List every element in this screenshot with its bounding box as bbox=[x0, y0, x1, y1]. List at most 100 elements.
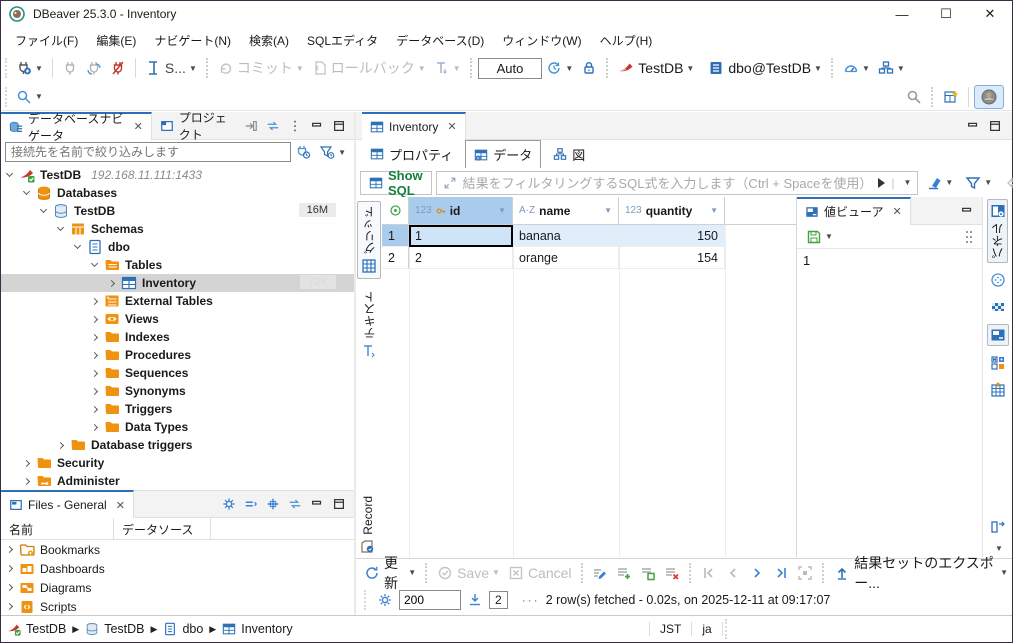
breadcrumb-schema[interactable]: dbo bbox=[163, 622, 203, 636]
sort-icon[interactable]: ▼ bbox=[498, 206, 506, 215]
close-icon[interactable]: ✕ bbox=[116, 499, 125, 512]
cell-id[interactable]: 2 bbox=[409, 247, 513, 269]
tree-item-sequences[interactable]: Sequences bbox=[1, 364, 354, 382]
chevron-collapsed-icon[interactable] bbox=[91, 315, 98, 322]
menu-navigate[interactable]: ナビゲート(N) bbox=[146, 28, 239, 53]
chevron-collapsed-icon[interactable] bbox=[57, 441, 64, 448]
navigator-filter-input[interactable] bbox=[5, 142, 291, 162]
tree-item-views[interactable]: Views bbox=[1, 310, 354, 328]
maximize-button[interactable]: ☐ bbox=[924, 1, 968, 27]
chevron-collapsed-icon[interactable] bbox=[91, 369, 98, 376]
tab-value-viewer[interactable]: 値ビューア ✕ bbox=[797, 197, 911, 225]
global-search-button[interactable] bbox=[902, 86, 926, 108]
deployment-button[interactable]: ▼ bbox=[874, 57, 909, 79]
chevron-collapsed-icon[interactable] bbox=[23, 477, 30, 484]
link-with-editor-button[interactable] bbox=[240, 116, 262, 136]
fetch-page-button[interactable] bbox=[793, 562, 817, 584]
column-header-name[interactable]: 名前 bbox=[1, 518, 114, 539]
tab-projects[interactable]: プロジェクト bbox=[152, 112, 240, 140]
connection-selector[interactable]: TestDB ▼ bbox=[614, 57, 698, 79]
minimize-button[interactable]: — bbox=[880, 1, 924, 27]
rollback-button[interactable]: ロールバック ▼ bbox=[308, 55, 430, 81]
chevron-expanded-icon[interactable] bbox=[91, 260, 98, 267]
transaction-log-button[interactable]: ▼ bbox=[430, 57, 465, 79]
cell-name[interactable]: banana bbox=[513, 225, 619, 247]
tab-inventory-editor[interactable]: Inventory ✕ bbox=[362, 112, 466, 140]
files-item-diagrams[interactable]: Diagrams bbox=[1, 578, 354, 597]
add-row-button[interactable] bbox=[612, 562, 636, 584]
column-header-name[interactable]: A·Z name ▼ bbox=[513, 197, 619, 224]
tree-item-triggers[interactable]: Triggers bbox=[1, 400, 354, 418]
chevron-collapsed-icon[interactable] bbox=[91, 387, 98, 394]
last-row-button[interactable] bbox=[769, 562, 793, 584]
breadcrumb-table[interactable]: Inventory bbox=[222, 622, 292, 636]
quick-search-button[interactable]: ▼ bbox=[12, 86, 47, 108]
first-row-button[interactable] bbox=[697, 562, 721, 584]
isolation-lock-button[interactable] bbox=[577, 57, 601, 79]
chevron-expanded-icon[interactable] bbox=[6, 170, 13, 177]
close-icon[interactable]: ✕ bbox=[447, 120, 456, 133]
user-profile-button[interactable] bbox=[974, 85, 1004, 109]
minimize-view-button[interactable] bbox=[306, 494, 328, 514]
menu-help[interactable]: ヘルプ(H) bbox=[592, 28, 661, 53]
tree-item-data-types[interactable]: Data Types bbox=[1, 418, 354, 436]
database-selector[interactable]: dbo@TestDB ▼ bbox=[704, 57, 826, 79]
tree-item-testdb-database[interactable]: TestDB 16M bbox=[1, 202, 354, 220]
column-header-id[interactable]: 123 id ▼ bbox=[409, 197, 513, 224]
tree-item-indexes[interactable]: Indexes bbox=[1, 328, 354, 346]
sort-icon[interactable]: ▼ bbox=[604, 206, 612, 215]
row-number[interactable]: 1 bbox=[382, 225, 409, 247]
new-connection-button[interactable]: ▼ bbox=[12, 57, 47, 79]
chevron-expanded-icon[interactable] bbox=[23, 188, 30, 195]
tree-item-synonyms[interactable]: Synonyms bbox=[1, 382, 354, 400]
connect-button[interactable] bbox=[58, 57, 82, 79]
dashboard-button[interactable]: ▼ bbox=[839, 57, 874, 79]
maximize-view-button[interactable] bbox=[328, 116, 350, 136]
select-all-corner[interactable] bbox=[382, 197, 409, 224]
chevron-collapsed-icon[interactable] bbox=[6, 565, 13, 572]
tree-item-administer[interactable]: Administer bbox=[1, 472, 354, 490]
row-number[interactable]: 2 bbox=[382, 247, 409, 269]
edit-cell-button[interactable] bbox=[588, 562, 612, 584]
fetch-next-segment-icon[interactable] bbox=[467, 592, 483, 608]
chevron-collapsed-icon[interactable] bbox=[91, 351, 98, 358]
menu-sql-editor[interactable]: SQLエディタ bbox=[299, 28, 386, 53]
menu-database[interactable]: データベース(D) bbox=[388, 28, 492, 53]
minimize-panel-button[interactable] bbox=[956, 201, 978, 221]
refresh-navigator-button[interactable] bbox=[262, 116, 284, 136]
tab-text-presentation[interactable]: テキスト bbox=[357, 287, 381, 363]
chevron-collapsed-icon[interactable] bbox=[6, 584, 13, 591]
sort-icon[interactable]: ▼ bbox=[710, 206, 718, 215]
cell-name[interactable]: orange bbox=[513, 247, 619, 269]
tree-item-schemas[interactable]: Schemas bbox=[1, 220, 354, 238]
metadata-panel-button[interactable] bbox=[988, 270, 1008, 290]
chevron-expanded-icon[interactable] bbox=[40, 206, 47, 213]
value-viewer-content[interactable]: 1 bbox=[797, 249, 982, 272]
result-filter-input[interactable]: 結果をフィルタリングするSQL式を入力します（Ctrl + Spaceを使用） … bbox=[436, 171, 919, 195]
tree-item-dbo[interactable]: dbo bbox=[1, 238, 354, 256]
aggregate-panel-button[interactable] bbox=[988, 353, 1008, 373]
menu-edit[interactable]: 編集(E) bbox=[88, 28, 144, 53]
apply-filter-icon[interactable] bbox=[878, 178, 885, 188]
sql-editor-button[interactable]: S... ▼ bbox=[141, 57, 201, 79]
fetch-size-input[interactable] bbox=[399, 590, 461, 610]
tree-item-databases[interactable]: Databases bbox=[1, 184, 354, 202]
chevron-collapsed-icon[interactable] bbox=[91, 297, 98, 304]
files-settings-button[interactable] bbox=[218, 494, 240, 514]
chevron-collapsed-icon[interactable] bbox=[108, 279, 115, 286]
chevron-collapsed-icon[interactable] bbox=[6, 603, 13, 610]
toggle-panels-layout-button[interactable] bbox=[988, 517, 1008, 537]
value-viewer-panel-button[interactable] bbox=[987, 324, 1009, 346]
show-sql-button[interactable]: Show SQL bbox=[360, 171, 432, 195]
column-header-quantity[interactable]: 123 quantity ▼ bbox=[619, 197, 725, 224]
menu-search[interactable]: 検索(A) bbox=[241, 28, 297, 53]
chevron-collapsed-icon[interactable] bbox=[23, 459, 30, 466]
timezone-indicator[interactable]: JST bbox=[649, 622, 692, 636]
language-indicator[interactable]: ja bbox=[692, 622, 722, 636]
save-value-button[interactable]: ▼ bbox=[802, 226, 837, 248]
cell-quantity[interactable]: 154 bbox=[619, 247, 725, 269]
tree-item-tables[interactable]: Tables bbox=[1, 256, 354, 274]
previous-row-button[interactable] bbox=[721, 562, 745, 584]
cell-id[interactable]: 1 bbox=[409, 225, 513, 247]
duplicate-row-button[interactable] bbox=[636, 562, 660, 584]
